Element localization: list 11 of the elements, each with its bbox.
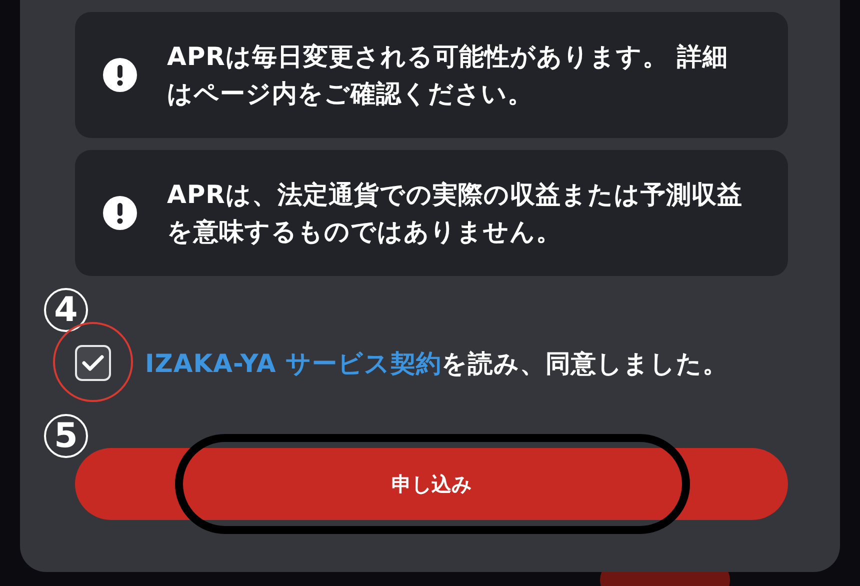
submit-button[interactable]: 申し込み	[75, 448, 788, 520]
agreement-text: IZAKA-YA サービス契約を読み、同意しました。	[145, 348, 728, 380]
exclamation-icon	[103, 58, 137, 92]
agree-checkbox[interactable]	[75, 345, 111, 381]
check-icon	[81, 353, 105, 373]
notice-text: APRは毎日変更される可能性があります。 詳細はページ内をご確認ください。	[167, 41, 730, 110]
step-marker: 4	[44, 288, 88, 332]
terms-link[interactable]: IZAKA-YA サービス契約	[145, 348, 442, 378]
notice-text: APRは、法定通貨での実際の収益または予測収益を意味するものではありません。	[167, 179, 744, 248]
step-marker: 5	[44, 414, 88, 458]
exclamation-icon	[103, 196, 137, 230]
